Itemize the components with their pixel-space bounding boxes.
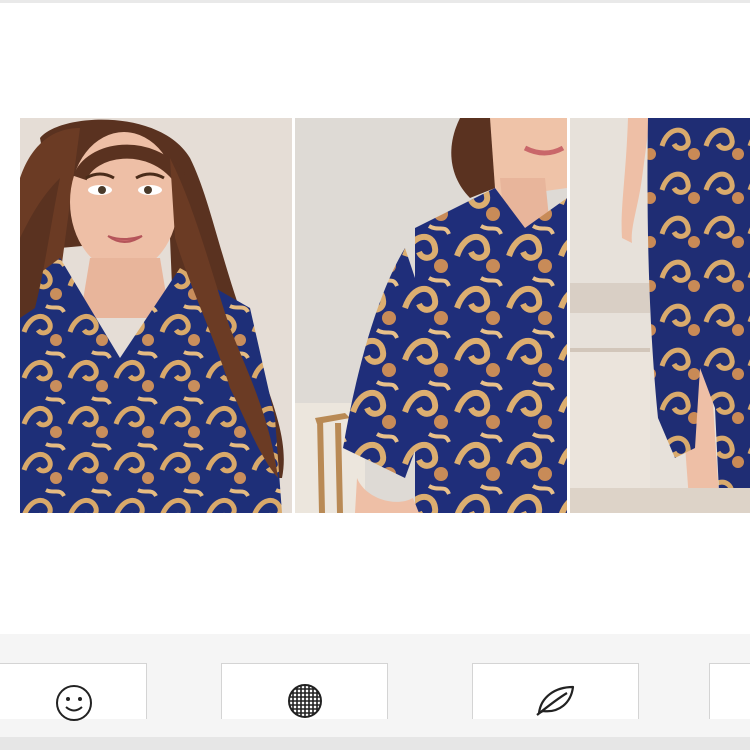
feature-card-leaf[interactable] — [472, 663, 639, 719]
feature-card-partial[interactable] — [709, 663, 750, 719]
feature-icon-strip — [0, 634, 750, 737]
mesh-ball-icon — [287, 684, 322, 718]
gallery-image-3[interactable] — [570, 118, 750, 513]
leaf-icon — [535, 685, 574, 716]
gallery-image-2[interactable] — [295, 118, 567, 513]
robe-sleeve-detail-photo — [295, 118, 567, 513]
feature-card-smiley[interactable] — [0, 663, 147, 721]
feature-card-mesh[interactable] — [221, 663, 388, 719]
top-border — [0, 0, 750, 3]
model-portrait-photo — [20, 118, 292, 513]
bottom-border — [0, 737, 750, 750]
smiley-face-icon — [55, 685, 92, 721]
gallery-image-1[interactable] — [20, 118, 292, 513]
robe-hem-slit-photo — [570, 118, 750, 513]
product-image-gallery — [20, 118, 750, 513]
